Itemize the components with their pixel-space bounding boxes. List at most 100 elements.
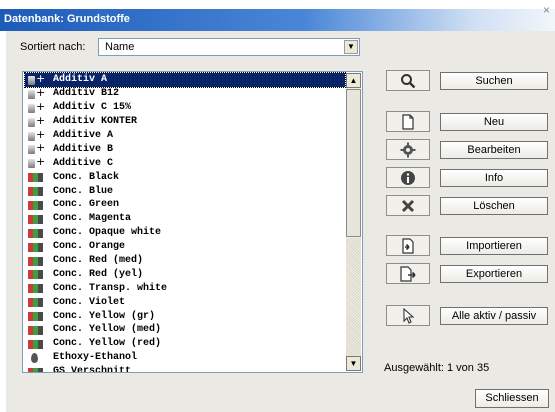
list-item[interactable]: Ethoxy-Ethanol bbox=[25, 351, 345, 365]
new-icon-button[interactable] bbox=[386, 111, 430, 132]
list-item-label: Conc. Yellow (med) bbox=[53, 324, 162, 336]
close-button[interactable]: Schliessen bbox=[475, 389, 549, 408]
vertical-scrollbar[interactable]: ▲ ▼ bbox=[346, 73, 361, 371]
chevron-down-icon[interactable]: ▼ bbox=[344, 40, 358, 54]
list-item[interactable]: + Additiv B12 bbox=[25, 86, 345, 101]
list-item[interactable]: + Additiv KONTER bbox=[25, 114, 345, 129]
concentrate-icon bbox=[25, 325, 47, 335]
list-item-label: Additiv C 15% bbox=[53, 102, 132, 114]
material-list[interactable]: + Additiv A + Additiv B12 + Additiv C 15% + Add… bbox=[22, 71, 363, 373]
bottle-plus-icon: + bbox=[25, 100, 47, 113]
concentrate-icon bbox=[25, 214, 47, 224]
sort-dropdown[interactable]: Name ▼ bbox=[98, 38, 360, 56]
scrollbar-track[interactable] bbox=[346, 238, 361, 356]
import-button[interactable]: Importieren bbox=[440, 237, 548, 255]
list-item[interactable]: Conc. Yellow (red) bbox=[25, 337, 345, 351]
import-icon bbox=[402, 238, 414, 254]
concentrate-icon bbox=[25, 297, 47, 308]
concentrate-icon bbox=[25, 228, 47, 238]
close-icon[interactable]: × bbox=[540, 4, 553, 17]
list-item[interactable]: Conc. Blue bbox=[25, 184, 345, 198]
search-icon bbox=[401, 74, 416, 89]
list-item[interactable]: Conc. Black bbox=[25, 170, 345, 184]
list-item-label: Additiv KONTER bbox=[53, 116, 138, 128]
sort-value: Name bbox=[105, 41, 135, 53]
edit-icon-button[interactable] bbox=[386, 139, 430, 160]
concentrate-icon bbox=[25, 200, 47, 210]
concentrate-icon bbox=[25, 172, 47, 183]
scrollbar-thumb[interactable] bbox=[346, 89, 361, 237]
concentrate-icon bbox=[25, 186, 47, 197]
cursor-arrow-icon bbox=[403, 308, 415, 324]
info-button[interactable]: Info bbox=[440, 169, 548, 187]
list-item-label: Conc. Blue bbox=[53, 185, 114, 197]
list-item-label: Conc. Violet bbox=[53, 296, 126, 308]
concentrate-icon bbox=[25, 283, 47, 294]
list-item-label: Additive A bbox=[53, 130, 114, 141]
bottle-plus-icon: + bbox=[25, 141, 47, 155]
list-item[interactable]: + Additiv C 15% bbox=[25, 100, 345, 115]
list-item[interactable]: + Additiv A bbox=[24, 72, 346, 88]
info-icon-button[interactable] bbox=[386, 167, 430, 188]
list-item[interactable]: Conc. Orange bbox=[25, 240, 345, 254]
concentrate-icon bbox=[25, 269, 47, 280]
delete-button[interactable]: Löschen bbox=[440, 197, 548, 215]
selection-status: Ausgewählt: 1 von 35 bbox=[384, 362, 490, 374]
concentrate-icon bbox=[25, 367, 47, 372]
list-item[interactable]: + Additive C bbox=[25, 155, 345, 170]
bottle-plus-icon: + bbox=[25, 72, 47, 85]
list-item-label: Conc. Red (med) bbox=[53, 255, 144, 267]
list-item[interactable]: Conc. Opaque white bbox=[25, 226, 345, 240]
list-item[interactable]: Conc. Violet bbox=[25, 295, 345, 309]
export-button[interactable]: Exportieren bbox=[440, 265, 548, 283]
toggle-active-button[interactable]: Alle aktiv / passiv bbox=[440, 307, 548, 325]
dialog-window: Datenbank: Grundstoffe × Sortiert nach: … bbox=[0, 0, 555, 412]
list-item-label: Conc. Red (yel) bbox=[53, 268, 144, 280]
list-item-label: Conc. Magenta bbox=[53, 213, 132, 225]
scroll-down-button[interactable]: ▼ bbox=[346, 356, 361, 371]
list-item[interactable]: + Additive A bbox=[25, 128, 345, 143]
list-item[interactable]: GS Verschnitt bbox=[25, 365, 345, 372]
bottle-plus-icon: + bbox=[25, 86, 47, 99]
list-item-label: Conc. Black bbox=[53, 171, 120, 183]
new-button[interactable]: Neu bbox=[440, 113, 548, 131]
list-item[interactable]: Conc. Yellow (gr) bbox=[25, 309, 345, 323]
list-item[interactable]: Conc. Green bbox=[25, 198, 345, 212]
concentrate-icon bbox=[25, 242, 47, 252]
new-document-icon bbox=[402, 114, 414, 130]
list-item[interactable]: + Additive B bbox=[25, 141, 345, 156]
bottle-plus-icon: + bbox=[25, 114, 47, 127]
list-item-label: Conc. Yellow (red) bbox=[53, 338, 162, 350]
bottle-plus-icon: + bbox=[25, 128, 47, 141]
list-item[interactable]: Conc. Red (yel) bbox=[25, 267, 345, 281]
solvent-drop-icon bbox=[25, 352, 47, 363]
scroll-up-button[interactable]: ▲ bbox=[346, 73, 361, 88]
list-item[interactable]: Conc. Magenta bbox=[25, 212, 345, 226]
list-item-label: Conc. Green bbox=[53, 199, 120, 211]
list-item-label: Conc. Transp. white bbox=[53, 282, 168, 294]
pointer-icon-button[interactable] bbox=[386, 305, 430, 326]
list-item[interactable]: Conc. Yellow (med) bbox=[25, 323, 345, 337]
concentrate-icon bbox=[25, 311, 47, 322]
list-item-label: Conc. Orange bbox=[53, 241, 126, 253]
import-icon-button[interactable] bbox=[386, 235, 430, 256]
concentrate-icon bbox=[25, 339, 47, 349]
delete-icon-button[interactable] bbox=[386, 195, 430, 216]
material-rows: + Additiv A + Additiv B12 + Additiv C 15% + Add… bbox=[24, 72, 346, 372]
export-icon-button[interactable] bbox=[386, 263, 430, 284]
search-icon-button[interactable] bbox=[386, 70, 430, 91]
info-icon bbox=[401, 171, 415, 185]
list-item-label: Additive B bbox=[53, 143, 114, 155]
edit-button[interactable]: Bearbeiten bbox=[440, 141, 548, 159]
title-bar[interactable]: Datenbank: Grundstoffe bbox=[0, 9, 555, 31]
concentrate-icon bbox=[25, 256, 47, 266]
list-item[interactable]: Conc. Red (med) bbox=[25, 254, 345, 268]
gear-icon bbox=[400, 142, 416, 158]
list-item[interactable]: Conc. Transp. white bbox=[25, 281, 345, 295]
window-title: Datenbank: Grundstoffe bbox=[4, 13, 130, 25]
list-item-label: Conc. Opaque white bbox=[53, 227, 162, 239]
sort-label: Sortiert nach: bbox=[20, 41, 86, 53]
search-button[interactable]: Suchen bbox=[440, 72, 548, 90]
bottle-plus-icon: + bbox=[25, 155, 47, 169]
list-item-label: Additiv A bbox=[53, 74, 108, 86]
